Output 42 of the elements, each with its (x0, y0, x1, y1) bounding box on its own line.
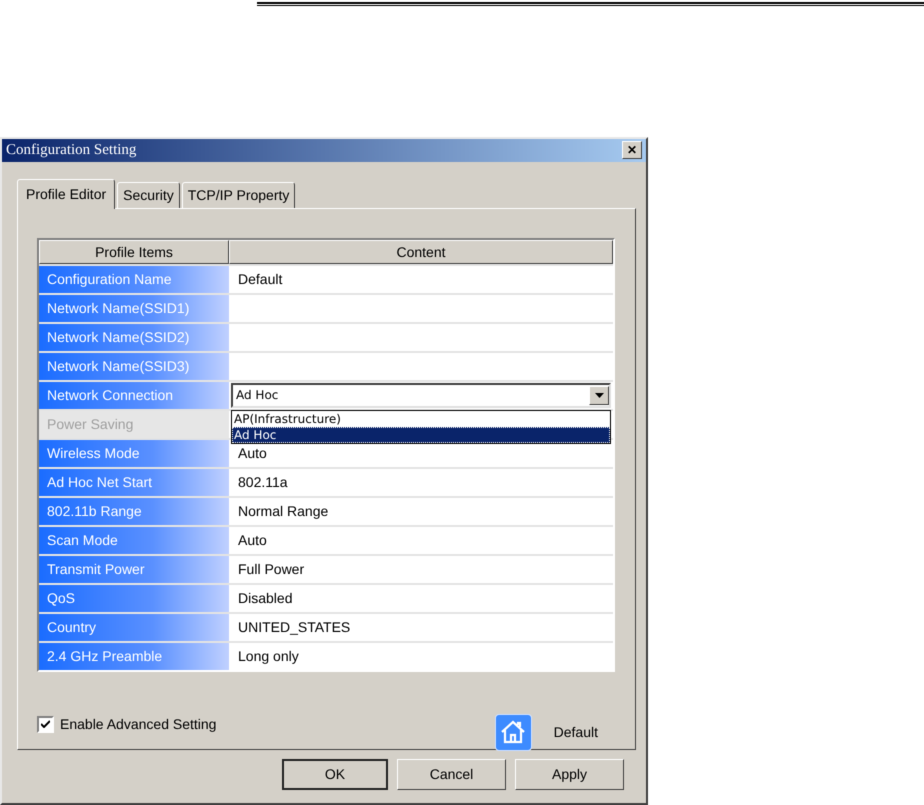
close-button[interactable]: ✕ (622, 141, 642, 160)
table-cell-text: Disabled (237, 589, 294, 608)
row-label: 2.4 GHz Preamble (39, 642, 229, 670)
dialog-button[interactable]: Apply (515, 758, 624, 790)
default-label: Default (554, 724, 598, 740)
tab[interactable]: TCP/IP Property (182, 182, 296, 208)
row-label: Ad Hoc Net Start (39, 468, 229, 496)
row-label: Wireless Mode (39, 440, 229, 467)
row-label: Network Connection (39, 382, 229, 409)
table-cell-text: Auto (237, 444, 268, 464)
table-cell-text: Default (237, 270, 284, 290)
table-cell-text: UNITED_STATES (237, 618, 352, 638)
house-icon[interactable] (494, 714, 532, 751)
caret-icon (594, 392, 604, 398)
window-title: Configuration Setting (6, 142, 136, 159)
table-cell-text: Full Power (237, 560, 306, 580)
checkmark-icon (41, 720, 50, 728)
row-label: Country (39, 614, 229, 641)
column-header: Content (229, 240, 613, 264)
dialog-button[interactable]: Cancel (397, 758, 506, 790)
row-label: QoS (39, 584, 229, 612)
dropdown-option[interactable]: Ad Hoc (232, 426, 610, 443)
tab[interactable]: Profile Editor (17, 178, 116, 209)
dropdown-arrow-button[interactable] (589, 386, 609, 405)
row-label: Network Name(SSID2) (39, 324, 229, 351)
table-cell-text: Normal Range (237, 502, 330, 522)
row-label: Configuration Name (39, 266, 229, 293)
table-cell-text: Long only (237, 647, 300, 666)
checkbox[interactable] (37, 716, 54, 733)
row-label: 802.11b Range (39, 498, 229, 525)
row-label: Network Name(SSID1) (39, 294, 229, 322)
dialog-button[interactable]: OK (282, 758, 388, 790)
tab[interactable]: Security (117, 182, 180, 208)
row-label: Transmit Power (39, 556, 229, 583)
row-label: Network Name(SSID3) (39, 352, 229, 380)
table-cell-text: Auto (237, 531, 268, 550)
row-label: Scan Mode (39, 526, 229, 554)
dropdown-field[interactable]: Ad Hoc (231, 382, 611, 408)
checkbox-label[interactable]: Enable Advanced Setting (60, 716, 216, 732)
column-header: Profile Items (39, 240, 229, 264)
table-cell-text: 802.11a (237, 473, 289, 492)
row-label: Power Saving (39, 410, 229, 438)
